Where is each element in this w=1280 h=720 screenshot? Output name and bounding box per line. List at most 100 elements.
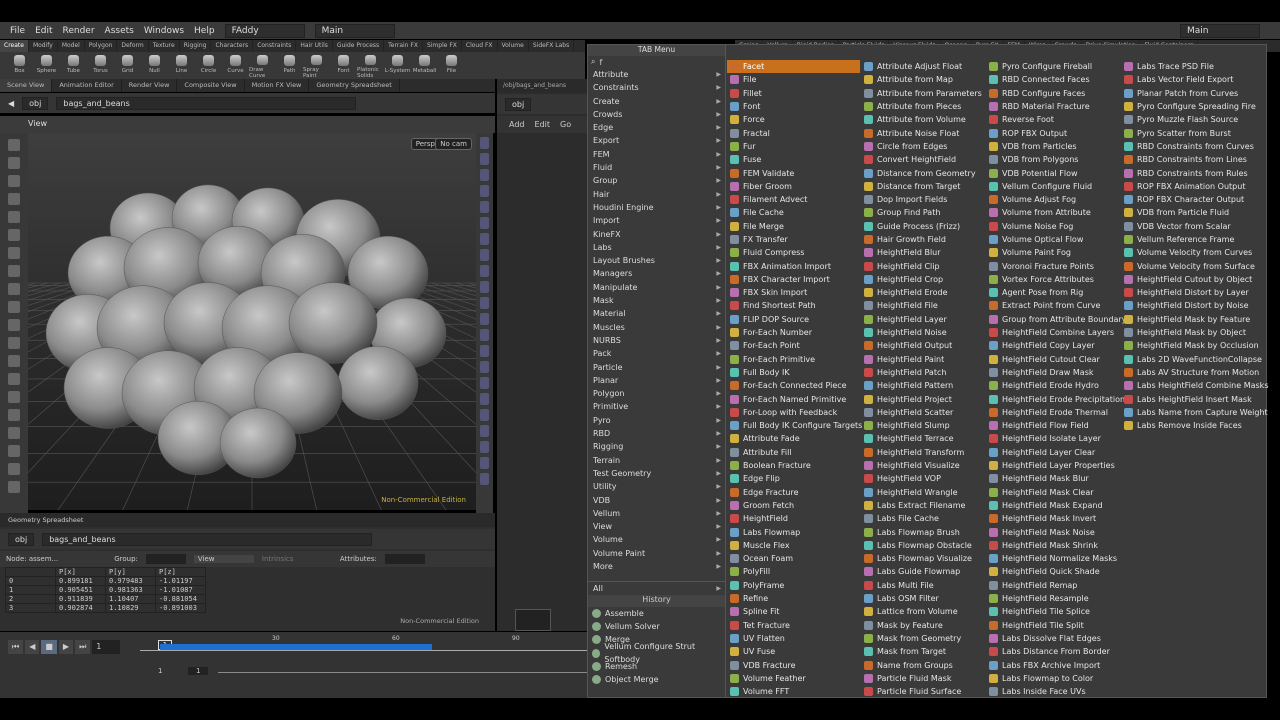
node-menu-item[interactable]: ROP FBX Character Output [1121,193,1261,206]
node-menu-item[interactable]: Fillet [727,87,860,100]
node-menu-item[interactable]: Attribute Noise Float [861,126,994,139]
net-menu-add[interactable]: Add [509,120,525,129]
node-menu-item[interactable]: HeightField Noise [861,326,994,339]
node-menu-item[interactable]: Labs Distance From Border [986,645,1119,658]
node-menu-item[interactable]: HeightField Transform [861,446,994,459]
tool-button-icon[interactable] [480,393,489,405]
node-menu-item[interactable]: UV Flatten [727,632,860,645]
tool-button-icon[interactable] [480,201,489,213]
category-item[interactable]: Material ▶ [588,307,725,320]
category-item[interactable]: KineFX ▶ [588,228,725,241]
tool-button-icon[interactable] [480,425,489,437]
category-item[interactable]: Rigging ▶ [588,440,725,453]
shelf-tab[interactable]: SideFX Labs [529,40,575,52]
tool-button-icon[interactable] [8,265,20,277]
category-item[interactable]: Group ▶ [588,174,725,187]
node-menu-item[interactable]: Volume from Attribute [986,206,1119,219]
node-menu-item[interactable]: HeightField Erode Thermal [986,406,1119,419]
node-menu-item[interactable]: ROP FBX Animation Output [1121,180,1261,193]
category-item[interactable]: Vellum ▶ [588,507,725,520]
shelf-tab[interactable]: Create [0,40,29,52]
node-menu-item[interactable]: HeightField Mask Shrink [986,539,1119,552]
node-menu-item[interactable]: Group Find Path [861,206,994,219]
node-menu-item[interactable]: Fiber Groom [727,180,860,193]
category-item[interactable]: Terrain ▶ [588,454,725,467]
node-menu-item[interactable]: Full Body IK [727,366,860,379]
tool-button-icon[interactable] [480,281,489,293]
node-menu-item[interactable]: Force [727,113,860,126]
node-menu-item[interactable]: RBD Constraints from Lines [1121,153,1261,166]
tool-button-icon[interactable] [480,233,489,245]
shelf-tool[interactable]: Box [6,52,33,79]
node-menu-item[interactable]: Ocean Foam [727,552,860,565]
shelf-tab[interactable]: Simple FX [423,40,462,52]
node-menu-item[interactable]: HeightField Mask Expand [986,499,1119,512]
shelf-tab[interactable]: Deform [117,40,149,52]
category-item[interactable]: Labs ▶ [588,241,725,254]
node-menu-item[interactable]: Volume Velocity from Curves [1121,246,1261,259]
node-menu-item[interactable]: Volume Velocity from Surface [1121,259,1261,272]
stop-button[interactable]: ■ [41,640,57,654]
node-menu-item[interactable]: Volume Paint Fog [986,246,1119,259]
tool-button-icon[interactable] [8,445,20,457]
node-menu-item[interactable]: HeightField Terrace [861,432,994,445]
shelf-tab[interactable]: Texture [149,40,180,52]
node-menu-item[interactable]: Refine [727,592,860,605]
shelf-tool[interactable]: Grid [114,52,141,79]
node-menu-item[interactable]: Vortex Force Attributes [986,273,1119,286]
node-menu-item[interactable]: Planar Patch from Curves [1121,87,1261,100]
tool-button-icon[interactable] [480,345,489,357]
node-menu-item[interactable]: Pyro Muzzle Flash Source [1121,113,1261,126]
tool-button-icon[interactable] [480,297,489,309]
jump-start-button[interactable]: ⏮ [8,640,24,654]
node-menu-item[interactable]: Name from Groups [861,658,994,671]
shelf-tool[interactable]: Tube [60,52,87,79]
node-menu-item[interactable]: Labs OSM Filter [861,592,994,605]
path-obj[interactable]: obj [22,96,49,110]
node-menu-item[interactable]: Convert HeightField [861,153,994,166]
node-menu-item[interactable]: HeightField Blur [861,246,994,259]
node-menu-item[interactable]: Labs Remove Inside Faces [1121,419,1261,432]
menu-assets[interactable]: Assets [105,26,134,36]
shelf-tab[interactable]: Modify [29,40,58,52]
tool-button-icon[interactable] [480,313,489,325]
column-header[interactable] [5,567,56,577]
node-menu-item[interactable]: HeightField Distort by Layer [1121,286,1261,299]
node-menu-item[interactable]: Labs HeightField Combine Masks [1121,379,1268,392]
shelf-tab[interactable]: Terrain FX [384,40,423,52]
category-item[interactable]: More ▶ [588,560,725,573]
node-menu-item[interactable]: Pyro Scatter from Burst [1121,126,1261,139]
node-menu-item[interactable]: Labs Name from Capture Weight [1121,406,1268,419]
node-menu-item[interactable]: Edge Fracture [727,486,860,499]
shelf-tool[interactable]: Null [141,52,168,79]
node-menu-item[interactable]: Labs Flowmap Visualize [861,552,994,565]
tool-button-icon[interactable] [480,153,489,165]
tool-button-icon[interactable] [8,211,20,223]
node-menu-item[interactable]: Attribute Fade [727,432,860,445]
tool-button-icon[interactable] [480,185,489,197]
view-menu[interactable]: View [28,119,47,128]
node-menu-item[interactable]: HeightField Wrangle [861,486,994,499]
net-menu-edit[interactable]: Edit [535,120,551,129]
node-menu-item[interactable]: HeightField Resample [986,592,1119,605]
tool-button-icon[interactable] [480,265,489,277]
node-menu-item[interactable]: RBD Connected Faces [986,73,1119,86]
node-menu-item[interactable]: File [727,73,860,86]
node-menu-item[interactable]: HeightField Paint [861,353,994,366]
camera-menu[interactable]: No cam [435,138,472,150]
shelf-tool[interactable]: L-System [384,52,411,79]
shelf-tab[interactable]: Constraints [253,40,297,52]
category-item[interactable]: Primitive ▶ [588,400,725,413]
node-menu-item[interactable]: Labs Dissolve Flat Edges [986,632,1119,645]
node-menu-item[interactable]: Attribute from Pieces [861,100,994,113]
node-menu-item[interactable]: Volume Adjust Fog [986,193,1119,206]
history-item[interactable]: Assemble [588,607,725,620]
node-menu-item[interactable]: VDB Vector from Scalar [1121,220,1261,233]
node-menu-item[interactable]: Lattice from Volume [861,605,994,618]
category-item[interactable]: Layout Brushes ▶ [588,254,725,267]
jump-end-button[interactable]: ⏭ [75,640,91,654]
node-menu-item[interactable]: HeightField Erode Hydro [986,379,1119,392]
node-menu-item[interactable]: HeightField Scatter [861,406,994,419]
node-menu-item[interactable]: Volume Optical Flow [986,233,1119,246]
shelf-tool[interactable]: Curve [222,52,249,79]
